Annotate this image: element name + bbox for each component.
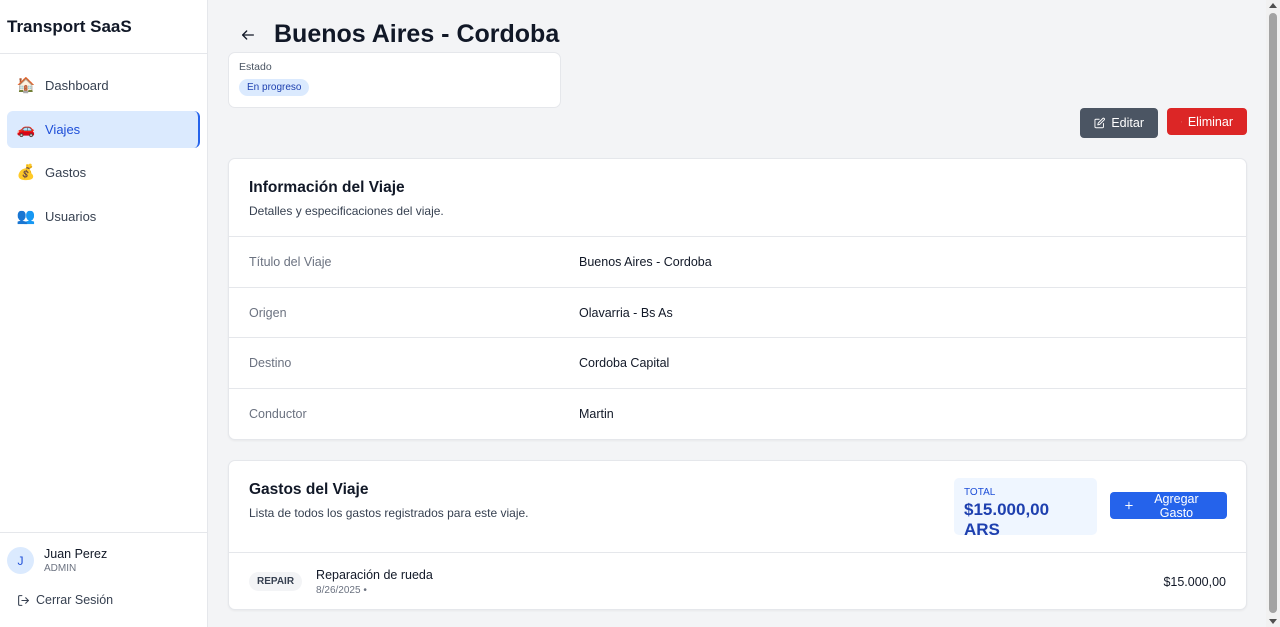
status-label: Estado — [239, 61, 272, 73]
page-title: Buenos Aires - Cordoba — [274, 20, 560, 48]
trip-info-subtitle: Detalles y especificaciones del viaje. — [249, 204, 444, 218]
info-row-driver: Conductor Martin — [229, 389, 1246, 440]
info-row-destination: Destino Cordoba Capital — [229, 338, 1246, 390]
trash-icon — [1181, 121, 1182, 122]
scroll-thumb[interactable] — [1269, 13, 1277, 613]
total-label: TOTAL — [964, 487, 996, 498]
sidebar-item-gastos[interactable]: 💰 Gastos — [7, 154, 200, 191]
sidebar-item-label: Usuarios — [45, 208, 97, 224]
main-content: Buenos Aires - Cordoba Estado En progres… — [208, 0, 1266, 627]
total-box: TOTAL $15.000,00 ARS — [954, 478, 1097, 539]
sidebar-item-viajes[interactable]: 🚗 Viajes — [7, 110, 200, 148]
expenses-header: Gastos del Viaje Lista de todos los gast… — [229, 461, 1246, 553]
add-expense-button[interactable]: Agregar Gasto — [1110, 491, 1227, 520]
delete-button[interactable]: Eliminar — [1167, 108, 1247, 135]
info-label: Título del Viaje — [249, 254, 332, 269]
trip-expenses-card: Gastos del Viaje Lista de todos los gast… — [228, 460, 1247, 610]
logout-button[interactable]: Cerrar Sesión — [7, 593, 200, 607]
action-buttons: Editar Eliminar — [1080, 108, 1247, 138]
logout-icon — [18, 594, 29, 606]
expense-type-badge: REPAIR — [249, 572, 303, 591]
user-role: ADMIN — [44, 563, 77, 574]
sidebar-item-usuarios[interactable]: 👥 Usuarios — [7, 198, 200, 235]
expense-row[interactable]: REPAIR Reparación de rueda 8/26/2025 • $… — [229, 553, 1246, 610]
info-value: Olavarria - Bs As — [579, 305, 673, 320]
expense-date: 8/26/2025 • — [316, 584, 367, 596]
scroll-up-icon[interactable] — [1269, 3, 1277, 8]
page-scrollbar[interactable] — [1266, 0, 1280, 627]
plus-icon — [1125, 501, 1133, 510]
info-label: Conductor — [249, 407, 307, 422]
scroll-down-icon[interactable] — [1269, 619, 1277, 624]
sidebar-footer: J Juan Perez ADMIN Cerrar Sesión — [0, 532, 207, 627]
edit-button[interactable]: Editar — [1080, 108, 1158, 138]
sidebar-nav: 🏠 Dashboard 🚗 Viajes 💰 Gastos 👥 Usuarios — [0, 54, 207, 235]
page-header: Buenos Aires - Cordoba — [238, 20, 559, 49]
info-row-origin: Origen Olavarria - Bs As — [229, 288, 1246, 339]
trip-info-title: Información del Viaje — [249, 179, 405, 196]
house-icon: 🏠 — [16, 77, 36, 94]
sidebar-item-label: Gastos — [45, 165, 87, 180]
delete-label: Eliminar — [1187, 114, 1233, 129]
info-row-title: Título del Viaje Buenos Aires - Cordoba — [229, 237, 1246, 288]
logout-label: Cerrar Sesión — [36, 593, 114, 607]
edit-icon — [1094, 117, 1105, 129]
info-label: Origen — [249, 305, 287, 320]
trip-info-card: Información del Viaje Detalles y especif… — [228, 158, 1247, 440]
expense-amount: $15.000,00 — [1163, 574, 1226, 589]
arrow-left-icon — [242, 29, 254, 40]
sidebar-item-label: Dashboard — [45, 78, 109, 93]
user-name: Juan Perez — [44, 547, 108, 561]
sidebar-item-dashboard[interactable]: 🏠 Dashboard — [7, 67, 200, 104]
sidebar: Transport SaaS 🏠 Dashboard 🚗 Viajes 💰 Ga… — [0, 0, 208, 627]
brand-title: Transport SaaS — [0, 0, 207, 54]
info-value: Cordoba Capital — [579, 356, 670, 371]
info-value: Martin — [579, 407, 614, 422]
status-badge: En progreso — [239, 79, 310, 96]
total-value: $15.000,00 ARS — [964, 500, 1050, 539]
status-card: Estado En progreso — [228, 52, 561, 108]
info-value: Buenos Aires - Cordoba — [579, 254, 712, 269]
car-icon: 🚗 — [16, 120, 36, 138]
edit-label: Editar — [1111, 116, 1144, 130]
add-expense-label: Agregar Gasto — [1154, 491, 1199, 520]
user-info: J Juan Perez ADMIN — [7, 547, 200, 574]
info-label: Destino — [249, 356, 292, 371]
back-button[interactable] — [238, 25, 258, 45]
expense-title: Reparación de rueda — [316, 567, 433, 582]
users-icon: 👥 — [16, 207, 36, 225]
sidebar-item-label: Viajes — [45, 121, 81, 137]
avatar: J — [7, 547, 34, 574]
money-bag-icon: 💰 — [16, 164, 36, 181]
trip-info-header: Información del Viaje Detalles y especif… — [229, 159, 1246, 237]
